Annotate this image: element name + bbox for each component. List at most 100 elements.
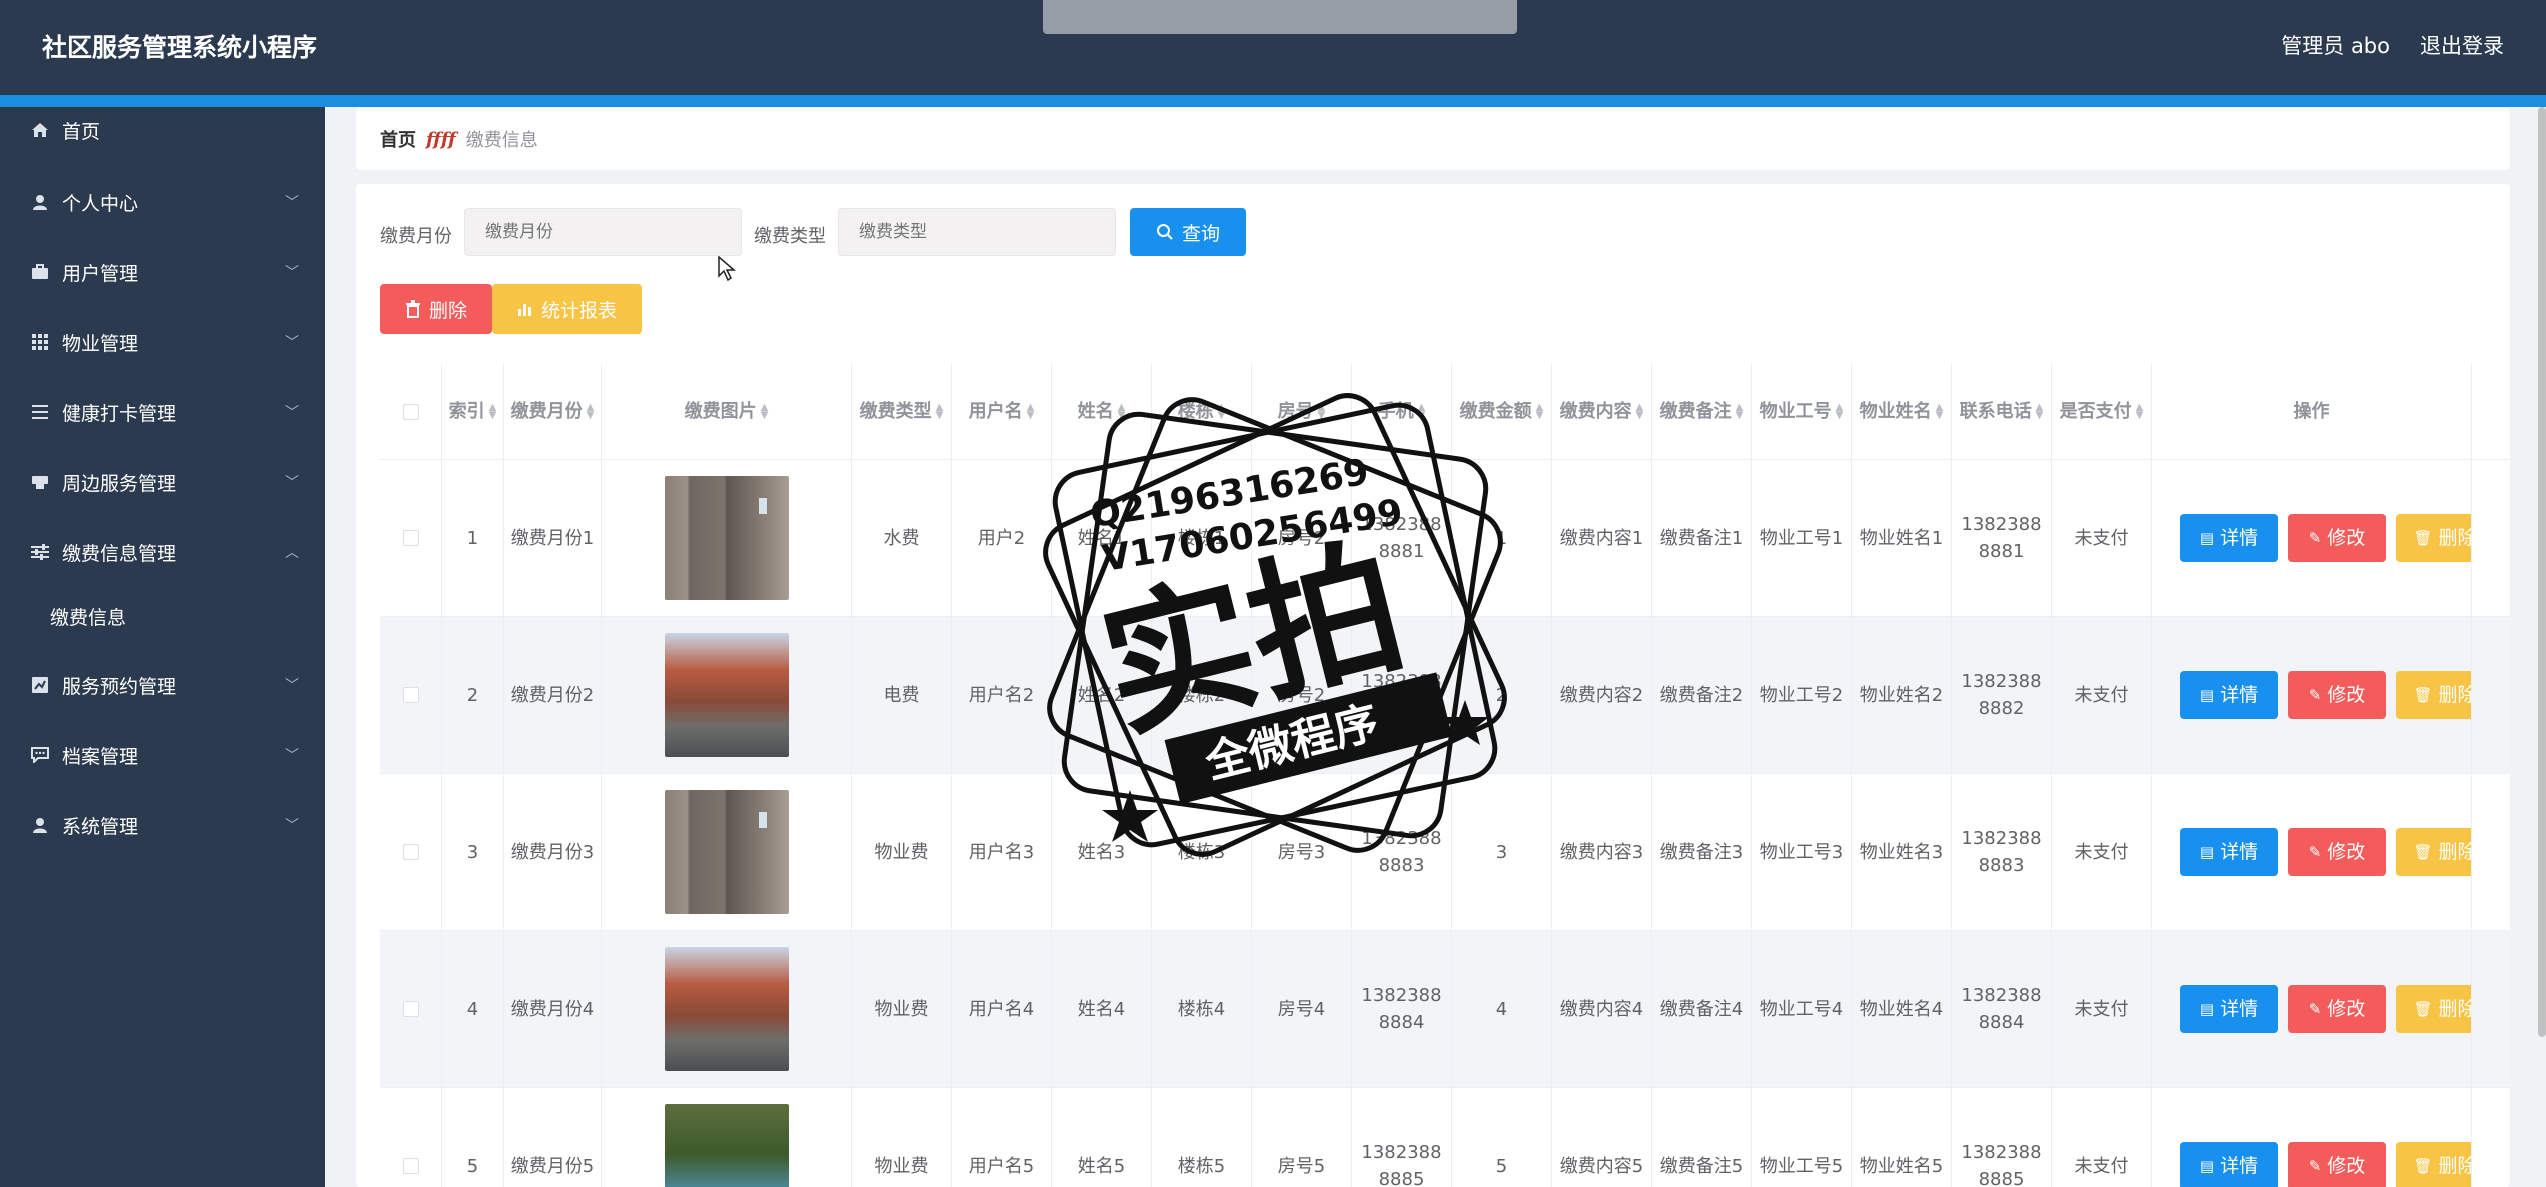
table-row[interactable]: 1 缴费月份1 水费 用户2 姓名1 楼栋1 房号2 13823888881 1 缴费内容1 缴费备… [380,460,2510,617]
sidebar-item-label: 物业管理 [62,332,139,355]
edit-button[interactable]: ✎ 修改 [2288,828,2386,876]
column-header-label[interactable]: 缴费图片 [685,401,757,422]
query-button[interactable]: 查询 [1130,208,1246,256]
sidebar-item-nearby-services[interactable]: 周边服务管理 ﹀ [0,462,325,502]
sort-icon[interactable]: ▲ ▼ [1636,403,1644,421]
sidebar-subitem-payment-info[interactable]: 缴费信息 [0,596,325,636]
column-header-label[interactable]: 手机 [1378,401,1414,422]
payment-image-cell [602,617,852,773]
sort-icon[interactable]: ▲ ▼ [1418,403,1426,421]
column-header-label[interactable]: 缴费月份 [511,401,583,422]
column-header-label[interactable]: 缴费金额 [1460,401,1532,422]
table-cell-type: 物业费 [852,931,952,1087]
sort-icon[interactable]: ▲ ▼ [1118,403,1126,421]
sidebar-item-system-management[interactable]: 系统管理 ﹀ [0,805,325,845]
breadcrumb-home[interactable]: 首页 [380,126,416,152]
batch-delete-button[interactable]: 删除 [380,284,492,334]
report-button[interactable]: 统计报表 [492,284,642,334]
sort-icon[interactable]: ▲ ▼ [2136,403,2144,421]
payment-image[interactable] [664,476,789,600]
edit-button[interactable]: ✎ 修改 [2288,514,2386,562]
column-header-label[interactable]: 是否支付 [2060,401,2132,422]
row-checkbox[interactable] [402,1001,419,1017]
cell-value: 缴费备注4 [1659,998,1744,1020]
column-header-label[interactable]: 物业姓名 [1860,401,1932,422]
row-checkbox[interactable] [402,1158,419,1174]
edit-button[interactable]: ✎ 修改 [2288,1142,2386,1187]
table-cell-paid: 未支付 [2052,1088,2152,1187]
delete-button[interactable]: 🗑 删除 [2396,514,2471,562]
sort-icon[interactable]: ▲ ▼ [1836,403,1844,421]
detail-button[interactable]: ▤ 详情 [2180,671,2278,719]
column-header-label[interactable]: 楼栋 [1178,401,1214,422]
detail-button[interactable]: ▤ 详情 [2180,514,2278,562]
delete-button[interactable]: 🗑 删除 [2396,985,2471,1033]
month-filter-input[interactable] [464,208,742,256]
row-checkbox[interactable] [402,530,419,546]
payment-image[interactable] [664,947,789,1071]
table-row[interactable]: 4 缴费月份4 物业费 用户名4 姓名4 楼栋4 房号4 13823888884 4 缴费内容4 缴… [380,931,2510,1088]
sort-icon[interactable]: ▲ ▼ [587,403,595,421]
column-header-label[interactable]: 物业工号 [1760,401,1832,422]
row-checkbox[interactable] [402,687,419,703]
header-accent-bar [0,95,2546,107]
sidebar-item-payment-management[interactable]: 缴费信息管理 ︿ [0,532,325,572]
detail-button[interactable]: ▤ 详情 [2180,1142,2278,1187]
table-cell-content: 缴费内容1 [1552,460,1652,616]
table-row[interactable]: 2 缴费月份2 电费 用户名2 姓名2 楼栋2 房号2 13823888882 2 缴费内容2 缴费… [380,617,2510,774]
column-header-label[interactable]: 用户名 [969,401,1023,422]
payment-image[interactable] [664,1104,789,1187]
sidebar-item-archive-management[interactable]: 档案管理 ﹀ [0,735,325,775]
detail-button[interactable]: ▤ 详情 [2180,828,2278,876]
trash-icon: 🗑 [2413,999,2433,1018]
column-header-label[interactable]: 缴费备注 [1660,401,1732,422]
delete-button[interactable]: 🗑 删除 [2396,1142,2471,1187]
sort-icon[interactable]: ▲ ▼ [1536,403,1544,421]
page-scrollbar[interactable] [2538,107,2546,1037]
sort-icon[interactable]: ▲ ▼ [1218,403,1226,421]
table-row[interactable]: 5 缴费月份5 物业费 用户名5 姓名5 楼栋5 房号5 13823888885 5 缴费内容5 缴… [380,1088,2510,1187]
sort-icon[interactable]: ▲ ▼ [1736,403,1744,421]
sort-icon[interactable]: ▲ ▼ [2036,403,2044,421]
sidebar-item-property-management[interactable]: 物业管理 ﹀ [0,322,325,362]
column-header-label[interactable]: 缴费类型 [860,401,932,422]
user-icon [30,815,50,835]
sidebar-item-personal-center[interactable]: 个人中心 ﹀ [0,182,325,222]
table-cell-staff-no: 物业工号5 [1752,1088,1852,1187]
logout-link[interactable]: 退出登录 [2420,30,2504,60]
sidebar-item-health-checkin[interactable]: 健康打卡管理 ﹀ [0,392,325,432]
column-header: 缴费备注 ▲ ▼ [1652,364,1752,459]
column-header-label[interactable]: 索引 [449,401,485,422]
column-header-label[interactable]: 操作 [2294,401,2330,422]
edit-button[interactable]: ✎ 修改 [2288,671,2386,719]
payment-image[interactable] [664,633,789,757]
column-header-label[interactable]: 缴费内容 [1560,401,1632,422]
sort-icon[interactable]: ▲ ▼ [936,403,944,421]
column-header-label[interactable]: 联系电话 [1960,401,2032,422]
sort-icon[interactable]: ▲ ▼ [489,403,497,421]
table-cell-paid: 未支付 [2052,931,2152,1087]
cell-value: 13823888885 [1961,1142,2042,1187]
cell-value: 房号3 [1277,841,1326,863]
row-checkbox[interactable] [402,844,419,860]
edit-button[interactable]: ✎ 修改 [2288,985,2386,1033]
sidebar-item-service-booking[interactable]: 服务预约管理 ﹀ [0,665,325,705]
sort-icon[interactable]: ▲ ▼ [1318,403,1326,421]
delete-button[interactable]: 🗑 删除 [2396,671,2471,719]
sidebar-item-user-management[interactable]: 用户管理 ﹀ [0,252,325,292]
type-filter-input[interactable] [838,208,1116,256]
table-cell-username: 用户名3 [952,774,1052,930]
document-icon: ▤ [2199,999,2215,1018]
delete-button[interactable]: 🗑 删除 [2396,828,2471,876]
detail-button[interactable]: ▤ 详情 [2180,985,2278,1033]
sort-icon[interactable]: ▲ ▼ [1027,403,1035,421]
sidebar-item-home[interactable]: 首页 [0,110,325,150]
column-header-label[interactable]: 房号 [1278,401,1314,422]
table-row[interactable]: 3 缴费月份3 物业费 用户名3 姓名3 楼栋3 房号3 13823888883 3 缴费内容3 缴… [380,774,2510,931]
payment-image[interactable] [664,790,789,914]
sort-icon[interactable]: ▲ ▼ [1936,403,1944,421]
sort-icon[interactable]: ▲ ▼ [761,403,769,421]
column-header-label[interactable]: 姓名 [1078,401,1114,422]
sidebar-item-label: 服务预约管理 [62,675,177,698]
select-all-checkbox[interactable] [402,403,419,420]
